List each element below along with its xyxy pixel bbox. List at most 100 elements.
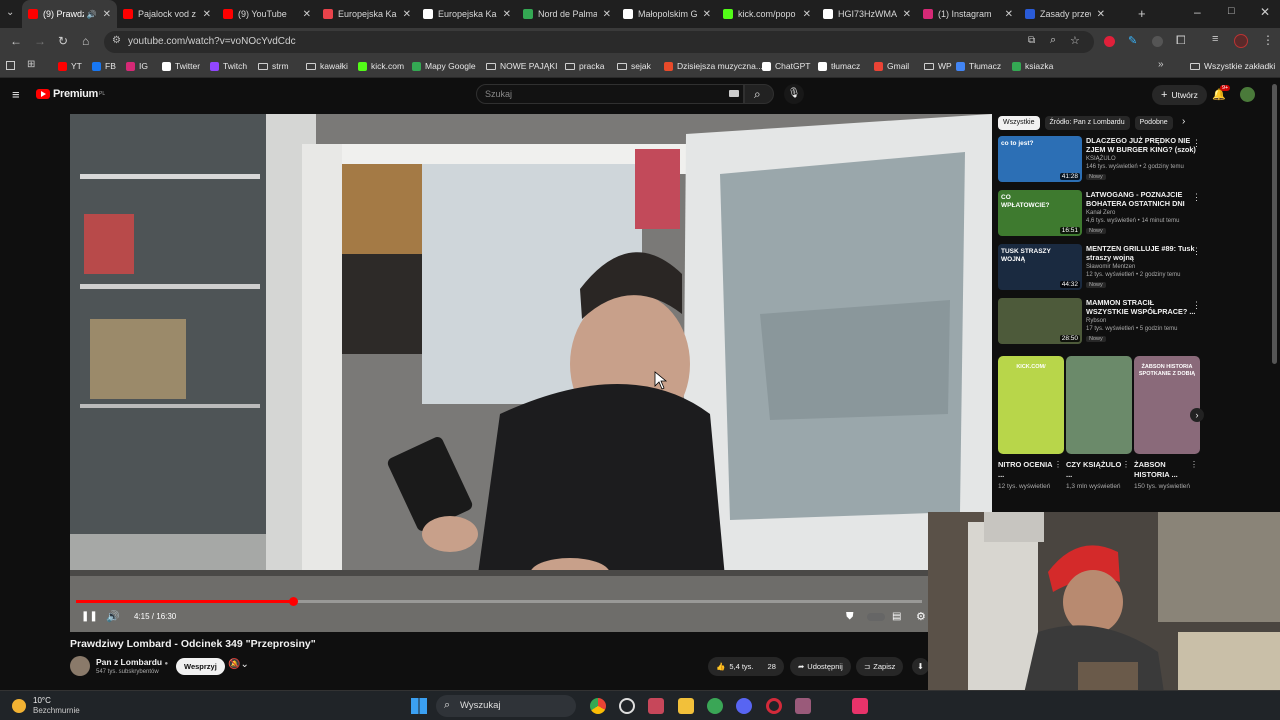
bookmark-item[interactable]: FB [92, 61, 116, 71]
share-button[interactable]: ➦ Udostępnij [790, 657, 851, 676]
video-title[interactable]: MENTZEN GRILLUJE #89: Tusk straszy wojną [1086, 244, 1198, 262]
short-title[interactable]: CZY KSIĄŻULO ... [1066, 460, 1126, 480]
windows-start-icon[interactable] [411, 698, 427, 714]
bookmark-item[interactable]: kick.com [358, 61, 404, 71]
subscribed-bell-icon[interactable]: 🔕⌄ [228, 659, 249, 670]
video-player[interactable]: ❚❚ 🔊 4:15 / 16:30 ⛊ ▤ ⚙ [70, 114, 992, 632]
bookmark-item[interactable]: ChatGPT [762, 61, 810, 71]
short-title[interactable]: ŻABSON HISTORIA ... [1134, 460, 1194, 480]
account-avatar[interactable] [1240, 87, 1255, 102]
chrome-taskbar-icon[interactable] [590, 698, 606, 714]
search-button[interactable]: ⌕ [744, 84, 774, 104]
more-actions-icon[interactable]: ⋮ [1192, 246, 1201, 257]
more-actions-icon[interactable]: ⋮ [1192, 192, 1201, 203]
all-bookmarks-folder[interactable]: Wszystkie zakładki [1190, 61, 1275, 71]
obs-taskbar-icon[interactable] [852, 698, 868, 714]
maximize-button[interactable]: □ [1228, 5, 1235, 17]
editor-taskbar-icon[interactable] [648, 698, 664, 714]
opera-icon[interactable] [766, 698, 782, 714]
extensions-puzzle-icon[interactable]: ⧠ [1176, 33, 1186, 48]
bookmark-item[interactable]: NOWE PAJĄKI [486, 61, 557, 71]
comments-count[interactable]: 28 [768, 662, 776, 671]
like-icon[interactable]: 👍 [716, 662, 725, 671]
recommended-video[interactable]: CO WPŁATOWCIE? 16:51 LATWOGANG - POZNAJCIE… [998, 190, 1204, 240]
video-thumbnail[interactable]: TUSK STRASZY WOJNĄ 44:32 [998, 244, 1082, 290]
recommended-video[interactable]: co to jest? 41:28 DLACZEGO JUŻ PRĘDKO NIE … [998, 136, 1204, 186]
video-thumbnail[interactable]: co to jest? 41:28 [998, 136, 1082, 182]
grid-icon[interactable]: ⊞ [27, 59, 35, 70]
filter-chip[interactable]: Wszystkie [998, 116, 1040, 130]
reading-list-icon[interactable]: ≡ [1212, 33, 1218, 45]
browser-tab[interactable]: HGI73HzWMA ✕ [817, 0, 917, 28]
close-tab-icon[interactable]: ✕ [403, 9, 411, 20]
address-url[interactable]: youtube.com/watch?v=voNOcYvdCdc [128, 36, 296, 47]
back-icon[interactable]: ← [10, 34, 22, 48]
video-thumbnail[interactable]: CO WPŁATOWCIE? 16:51 [998, 190, 1082, 236]
close-tab-icon[interactable]: ✕ [303, 9, 311, 20]
voice-search-icon[interactable]: 🎙 [784, 84, 804, 104]
join-button[interactable]: Wesprzyj [176, 658, 225, 675]
app-taskbar-icon[interactable] [619, 698, 635, 714]
browser-tab[interactable]: Europejska Ka ✕ [417, 0, 517, 28]
star-icon[interactable]: ☆ [1070, 34, 1080, 47]
home-icon[interactable]: ⌂ [82, 34, 89, 48]
bookmark-item[interactable]: Dzisiejsza muzyczna... [664, 61, 763, 71]
short-title[interactable]: NITRO OCENIA ... [998, 460, 1058, 480]
short-menu-icon[interactable]: ⋮ [1122, 460, 1130, 469]
page-scrollbar[interactable] [1272, 84, 1277, 364]
browser-tab[interactable]: Pajalock vod z ✕ [117, 0, 217, 28]
channel-name[interactable]: Kanał Zero [1086, 210, 1115, 216]
browser-tab[interactable]: Zasady przew ✕ [1019, 0, 1111, 28]
video-title[interactable]: DLACZEGO JUŻ PRĘDKO NIE ZJEM W BURGER KI… [1086, 136, 1198, 154]
close-tab-icon[interactable]: ✕ [603, 9, 611, 20]
volume-icon[interactable]: 🔊 [106, 610, 120, 623]
bookmark-item[interactable]: Twitter [162, 61, 200, 71]
youtube-logo[interactable]: Premium PL [36, 88, 105, 100]
channel-avatar[interactable] [70, 656, 90, 676]
settings-gear-icon[interactable]: ⚙ [916, 610, 926, 623]
short-menu-icon[interactable]: ⋮ [1190, 460, 1198, 469]
record-extension-icon[interactable] [1104, 36, 1115, 47]
progress-bar[interactable] [76, 597, 922, 606]
video-thumbnail[interactable]: 28:50 [998, 298, 1082, 344]
bookmark-item[interactable]: ksiazka [1012, 61, 1053, 71]
bookmark-item[interactable]: WP [924, 61, 952, 71]
tab-list-chevron-icon[interactable]: ⌄ [6, 7, 14, 18]
close-tab-icon[interactable]: ✕ [903, 9, 911, 20]
forward-icon[interactable]: → [34, 34, 46, 48]
apps-icon[interactable] [6, 61, 15, 70]
sponsor-icon[interactable]: ⛊ [846, 611, 854, 622]
shield-taskbar-icon[interactable] [707, 698, 723, 714]
pause-icon[interactable]: ❚❚ [81, 611, 98, 622]
new-tab-button[interactable]: + [1138, 6, 1146, 21]
bookmark-item[interactable]: kawałki [306, 61, 348, 71]
download-icon[interactable]: ⬇ [912, 658, 929, 675]
discord-icon[interactable] [736, 698, 752, 714]
bookmark-item[interactable]: YT [58, 61, 82, 71]
browser-tab[interactable]: Małopolskim G ✕ [617, 0, 717, 28]
more-bookmarks-icon[interactable]: » [1158, 59, 1164, 70]
weather-icon[interactable] [12, 699, 26, 713]
channel-name[interactable]: Pan z Lombardu ● [96, 657, 168, 667]
profile-avatar-icon[interactable] [1234, 34, 1248, 48]
short-thumbnail[interactable] [1066, 356, 1132, 454]
keyboard-icon[interactable] [729, 90, 739, 97]
close-tab-icon[interactable]: ✕ [503, 9, 511, 20]
address-bar[interactable]: ⚙ youtube.com/watch?v=voNOcYvdCdc ⧉ ⌕ ☆ [104, 31, 1094, 53]
autoplay-toggle[interactable] [867, 613, 885, 621]
bookmark-item[interactable]: tłumacz [818, 61, 860, 71]
more-actions-icon[interactable]: ⋮ [1192, 300, 1201, 311]
bookmark-item[interactable]: Tłumacz [956, 61, 1001, 71]
reload-icon[interactable]: ↻ [58, 34, 68, 48]
short-menu-icon[interactable]: ⋮ [1054, 460, 1062, 469]
bookmark-item[interactable]: strm [258, 61, 289, 71]
close-tab-icon[interactable]: ✕ [103, 9, 111, 20]
tab-audio-icon[interactable]: 🔊 [87, 10, 97, 19]
weather-temp[interactable]: 10°C [33, 696, 51, 705]
chrome-menu-icon[interactable]: ⋮ [1262, 33, 1274, 47]
site-info-icon[interactable]: ⚙ [112, 35, 121, 46]
bookmark-item[interactable]: pracka [565, 61, 605, 71]
recommended-video[interactable]: TUSK STRASZY WOJNĄ 44:32 MENTZEN GRILLUJE … [998, 244, 1204, 294]
browser-tab[interactable]: (9) YouTube ✕ [217, 0, 317, 28]
file-explorer-icon[interactable] [678, 698, 694, 714]
